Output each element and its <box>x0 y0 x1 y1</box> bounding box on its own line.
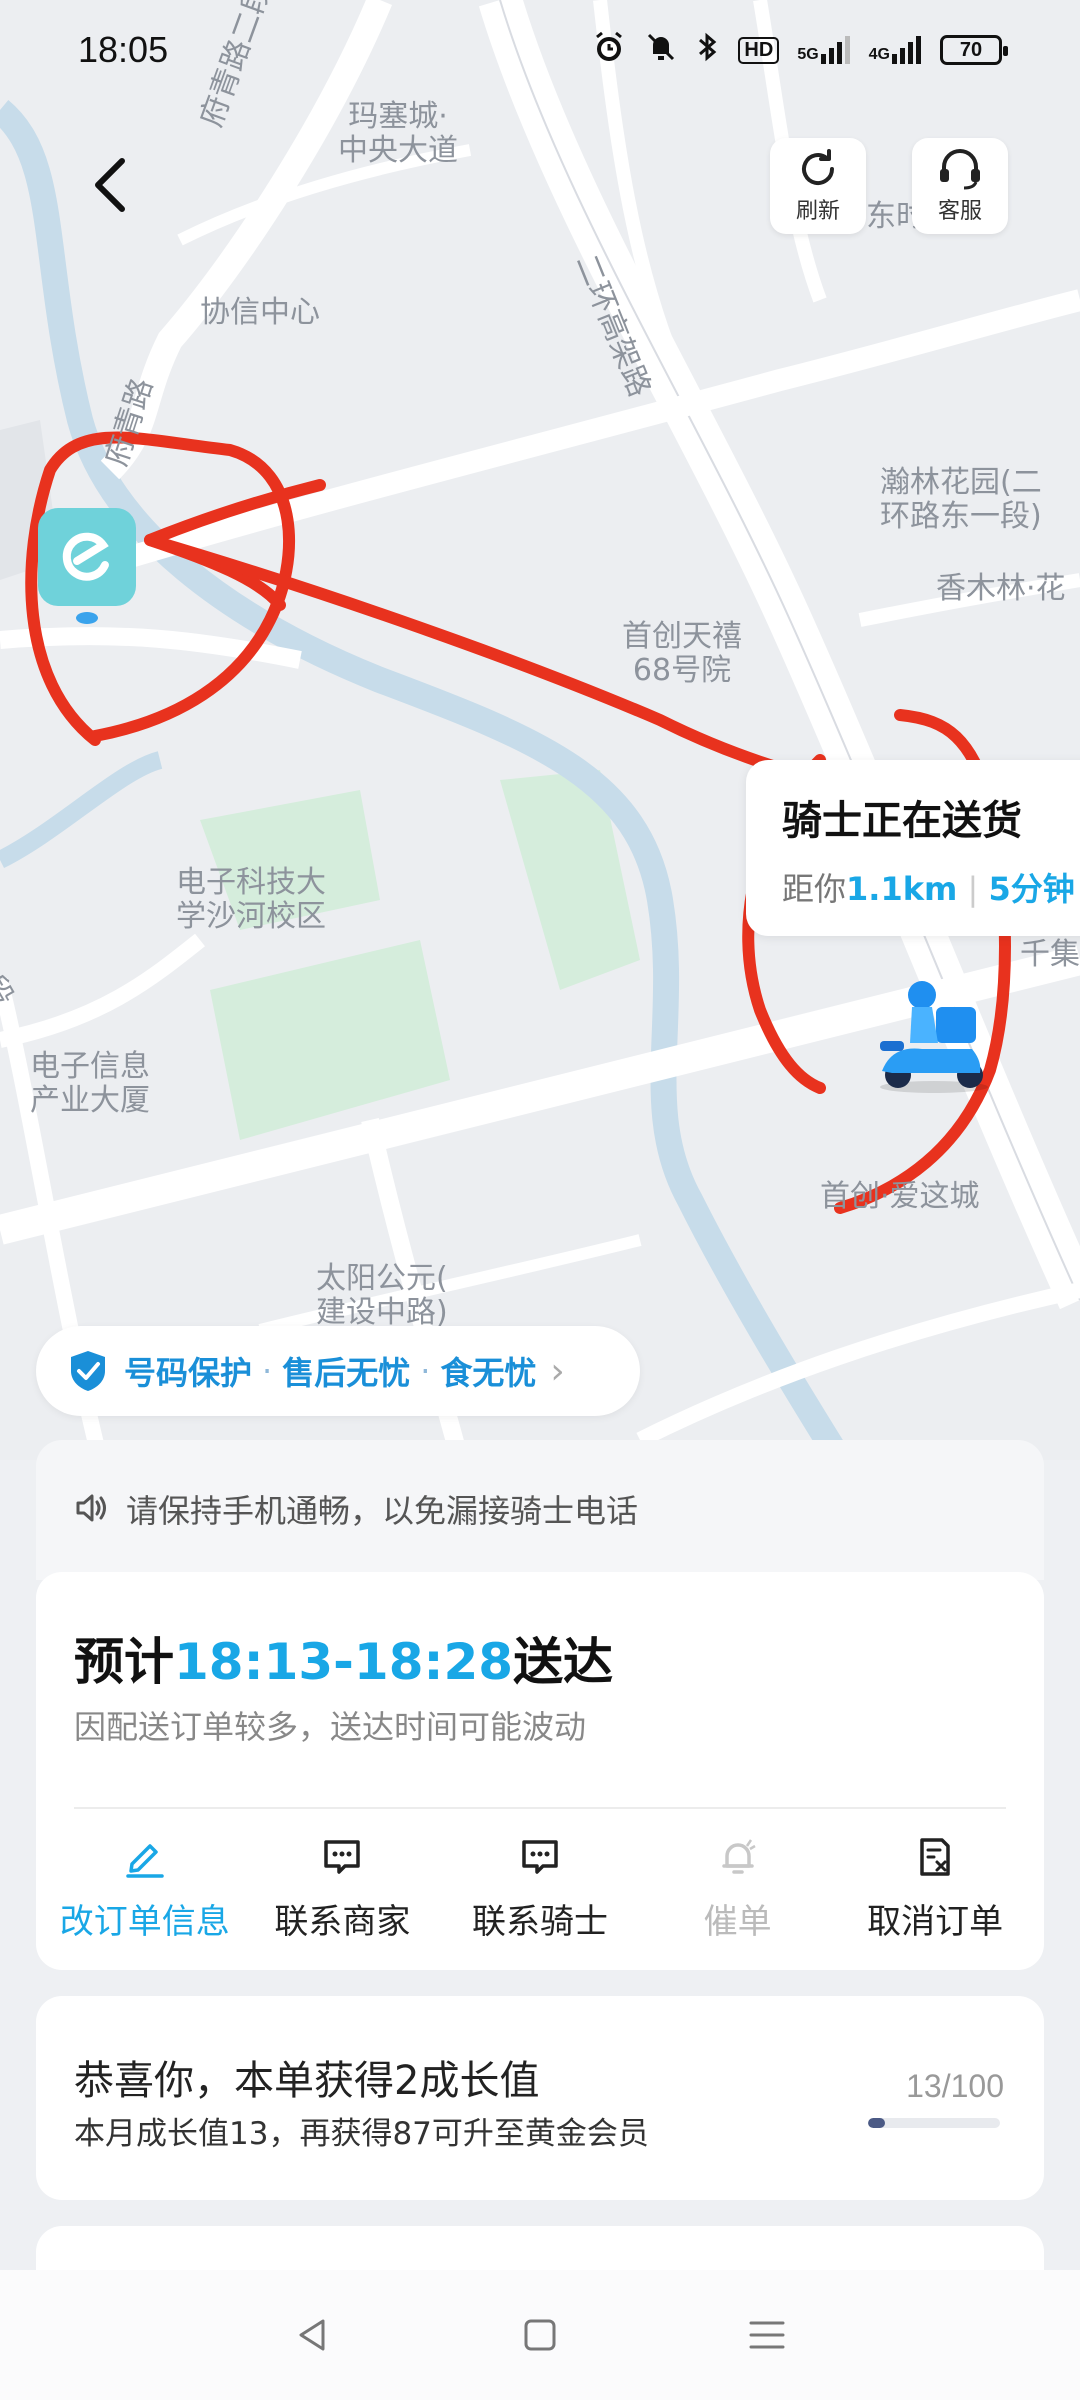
map-label-xiexin-center: 协信中心 <box>200 295 320 330</box>
map-label-majiacheng: 玛塞城· 中央大道 <box>338 99 458 168</box>
eta-suffix: 送达 <box>513 1633 614 1691</box>
menu-icon <box>749 2321 785 2349</box>
contact-merchant-button[interactable]: 联系商家 <box>247 1834 437 1943</box>
hd-icon: HD <box>738 36 780 64</box>
eta-title: 预计18:13-18:28送达 <box>74 1622 613 1694</box>
status-time: 18:05 <box>78 29 169 70</box>
back-arrow-icon <box>95 158 125 212</box>
system-nav-bar <box>0 2270 1080 2400</box>
chat-icon <box>522 1840 558 1874</box>
mute-icon <box>644 30 678 71</box>
map-label-hanlin-garden: 瀚林花园(二 环路东一段) <box>880 465 1042 534</box>
nav-menu-button[interactable] <box>727 2295 807 2375</box>
cancel-order-label: 取消订单 <box>867 1902 1004 1942</box>
urge-order-label: 催单 <box>703 1902 772 1942</box>
map-label-shouchuang-tianxi: 首创天禧 68号院 <box>622 619 742 688</box>
map-label-uestc: 电子科技大 学沙河校区 <box>176 865 326 934</box>
store-pin[interactable] <box>38 508 136 606</box>
cancel-order-button[interactable]: 取消订单 <box>840 1834 1030 1943</box>
edit-order-button[interactable]: 改订单信息 <box>50 1834 240 1943</box>
bell-icon <box>721 1839 756 1874</box>
speaker-icon <box>76 1494 106 1522</box>
rider-scooter-icon <box>862 975 1002 1095</box>
map-label-taiyang-gongyuan: 太阳公元( 建设中路) <box>316 1261 448 1330</box>
alarm-icon <box>592 30 626 71</box>
back-button[interactable] <box>70 145 150 225</box>
growth-card[interactable]: 恭喜你，本单获得2成长值 本月成长值13，再获得87可升至黄金会员 13/100 <box>36 1996 1044 2200</box>
customer-service-button[interactable]: 客服 <box>912 138 1008 234</box>
nav-back-button[interactable] <box>273 2295 353 2375</box>
guarantee-number-protection: 号码保护 <box>124 1354 253 1392</box>
contact-rider-button[interactable]: 联系骑士 <box>445 1834 635 1943</box>
chevron-right-icon: › <box>550 1350 565 1392</box>
distance-prefix: 距你 <box>782 870 847 908</box>
eta-prefix: 预计 <box>74 1633 174 1691</box>
growth-progress-text: 13/100 <box>906 2068 1004 2104</box>
rider-status-bubble[interactable]: 骑士正在送货 距你1.1km | 5分钟 <box>746 760 1080 936</box>
map-label-shouchuang-aizhecheng: 首创·爱这城 <box>820 1179 980 1214</box>
store-pin-marker <box>76 612 98 624</box>
order-actions: 改订单信息 联系商家 联系骑士 催单 取消订单 <box>36 1834 1044 1943</box>
contact-merchant-label: 联系商家 <box>274 1902 411 1942</box>
refresh-button[interactable]: 刷新 <box>770 138 866 234</box>
bluetooth-icon <box>696 30 720 71</box>
nav-home-button[interactable] <box>500 2295 580 2375</box>
eleme-logo-icon <box>62 532 109 581</box>
triangle-back-icon <box>299 2319 325 2351</box>
shield-check-icon <box>71 1351 105 1391</box>
eta-time-range: 18:13-18:28 <box>174 1633 514 1691</box>
urge-order-button[interactable]: 催单 <box>643 1834 833 1943</box>
growth-title: 恭喜你，本单获得2成长值 <box>74 2058 540 2104</box>
map-label-xiangmulin: 香木林·花 <box>936 571 1066 606</box>
square-home-icon <box>524 2319 556 2351</box>
refresh-label: 刷新 <box>795 199 840 224</box>
refresh-icon <box>802 149 834 185</box>
growth-progress-fill <box>868 2118 886 2128</box>
headset-icon <box>940 149 980 190</box>
battery-icon: 70 <box>940 35 1008 65</box>
growth-progress-bar <box>868 2118 1000 2128</box>
growth-subtitle: 本月成长值13，再获得87可升至黄金会员 <box>74 2116 649 2152</box>
rider-distance: 1.1km <box>846 870 958 908</box>
rider-distance-row: 距你1.1km | 5分钟 <box>782 870 1075 908</box>
eta-subtitle: 因配送订单较多，送达时间可能波动 <box>74 1708 587 1746</box>
guarantee-food-safety: 食无忧 <box>440 1354 537 1392</box>
customer-service-label: 客服 <box>937 199 982 224</box>
edit-order-label: 改订单信息 <box>59 1902 230 1942</box>
rider-eta: 5分钟 <box>988 870 1075 908</box>
rider-status-text: 骑士正在送货 <box>782 798 1022 844</box>
status-bar: 18:05 HD 5G 4G 70 <box>0 0 1080 100</box>
map-label-dianzi-xinxi: 电子信息 产业大厦 <box>30 1049 150 1118</box>
edit-icon <box>126 1844 164 1878</box>
contact-rider-label: 联系骑士 <box>471 1902 608 1942</box>
notice-text: 请保持手机通畅，以免漏接骑士电话 <box>126 1492 639 1530</box>
chat-icon <box>324 1840 361 1874</box>
guarantee-after-sales: 售后无忧 <box>282 1354 411 1392</box>
signal-5g-icon: 5G <box>797 36 850 64</box>
status-icons: HD 5G 4G 70 <box>592 30 1008 71</box>
divider <box>74 1807 1006 1809</box>
cancel-order-icon <box>920 1838 950 1876</box>
guarantee-pill[interactable]: 号码保护 · 售后无忧 · 食无忧 › <box>36 1326 640 1416</box>
notice-card: 请保持手机通畅，以免漏接骑士电话 <box>36 1440 1044 1580</box>
signal-4g-icon: 4G <box>869 36 922 64</box>
eta-card: 预计18:13-18:28送达 因配送订单较多，送达时间可能波动 改订单信息 联… <box>36 1572 1044 1970</box>
map-label-qianji: 千集 <box>1020 937 1080 972</box>
